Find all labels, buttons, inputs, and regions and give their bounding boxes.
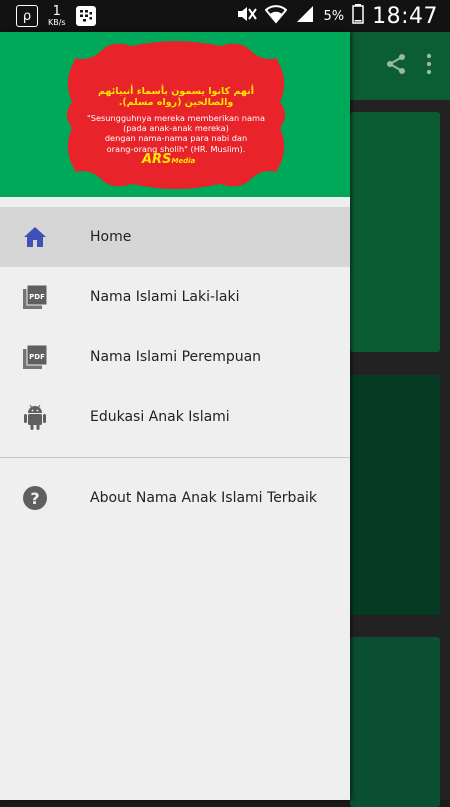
svg-text:?: ?: [30, 489, 39, 508]
menu-item-edukasi[interactable]: Edukasi Anak Islami: [0, 387, 350, 447]
navigation-drawer: أنهم كانوا يسمون بأسماء أنبيائهم والصالح…: [0, 32, 350, 800]
overflow-menu-icon[interactable]: [426, 53, 432, 79]
notification-app-icon: ρ: [16, 5, 38, 27]
status-bar: ρ 1 KB/s 5% 18:47: [0, 0, 450, 32]
menu-item-nama-perempuan[interactable]: PDF Nama Islami Perempuan: [0, 327, 350, 387]
menu-item-label: About Nama Anak Islami Terbaik: [90, 490, 318, 506]
signal-icon: [295, 4, 315, 28]
network-speed: 1 KB/s: [48, 5, 66, 27]
menu-item-label: Nama Islami Laki-laki: [90, 289, 240, 305]
android-icon: [22, 404, 48, 430]
pdf-icon: PDF: [22, 344, 48, 370]
logo-main: ARS: [142, 152, 172, 167]
quote-line: dengan nama-nama para nabi dan: [104, 133, 248, 144]
bbm-icon: [75, 6, 96, 26]
wifi-icon: [265, 4, 288, 28]
battery-icon: [352, 4, 364, 28]
pdf-icon: PDF: [22, 284, 48, 310]
quote-line: "Sesungguhnya mereka memberikan nama: [87, 112, 265, 123]
arabic-text: أنهم كانوا يسمون بأسماء أنبيائهم والصالح…: [97, 86, 255, 109]
clock: 18:47: [372, 3, 438, 29]
menu-item-label: Edukasi Anak Islami: [90, 409, 230, 425]
menu-item-label: Nama Islami Perempuan: [90, 349, 262, 365]
help-icon: ?: [22, 485, 48, 511]
mute-icon: [235, 4, 258, 28]
network-speed-value: 1: [52, 4, 61, 19]
quote-line: (pada anak-anak mereka): [123, 123, 229, 134]
network-speed-unit: KB/s: [48, 18, 66, 27]
quote-text: "Sesungguhnya mereka memberikan nama (pa…: [76, 113, 276, 154]
drawer-menu: Home PDF Nama Islami Laki-laki PDF Nama …: [0, 197, 350, 528]
logo-sub: Media: [171, 157, 196, 165]
content-card[interactable]: [350, 375, 440, 615]
svg-text:PDF: PDF: [29, 293, 45, 301]
ars-media-logo: ARSMedia: [142, 152, 195, 167]
menu-item-label: Home: [90, 229, 132, 245]
share-icon[interactable]: [384, 52, 408, 80]
home-icon: [22, 224, 48, 250]
menu-item-home[interactable]: Home: [0, 207, 350, 267]
content-card[interactable]: [350, 112, 440, 352]
menu-item-nama-laki-laki[interactable]: PDF Nama Islami Laki-laki: [0, 267, 350, 327]
battery-percent: 5%: [323, 8, 345, 24]
menu-item-about[interactable]: ? About Nama Anak Islami Terbaik: [0, 468, 350, 528]
drawer-header: أنهم كانوا يسمون بأسماء أنبيائهم والصالح…: [0, 32, 350, 197]
header-badge: أنهم كانوا يسمون بأسماء أنبيائهم والصالح…: [62, 40, 290, 190]
svg-text:PDF: PDF: [29, 353, 45, 361]
content-card[interactable]: [350, 637, 440, 807]
